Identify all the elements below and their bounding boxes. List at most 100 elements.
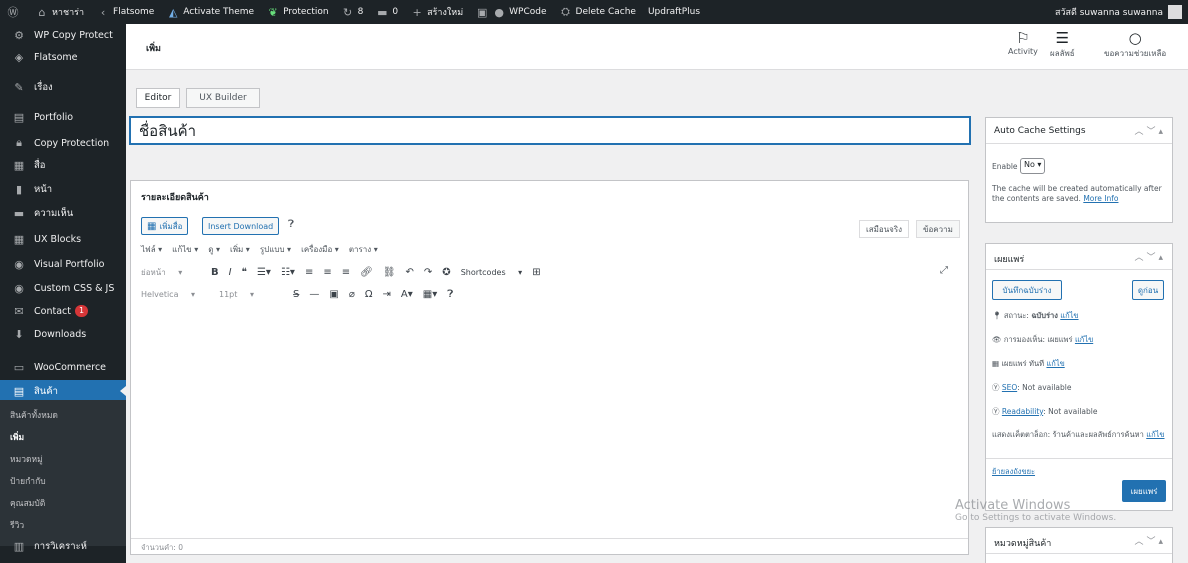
save-draft-button[interactable]: บันทึกฉบับร่าง [992, 280, 1062, 300]
shortcodes-dropdown[interactable]: Shortcodes ▾ [461, 268, 523, 277]
sidebar-item-media[interactable]: ▦ สื่อ [0, 154, 126, 176]
menu-tools[interactable]: เครื่องมือ ▾ [301, 243, 339, 256]
grid-icon[interactable]: ⊞ [532, 267, 540, 278]
user-account-link[interactable]: สวัสดี suwanna suwanna [1049, 0, 1188, 24]
comments-link[interactable]: ▬ 0 [369, 0, 404, 24]
submenu-item-all-products[interactable]: สินค้าทั้งหมด [10, 408, 58, 422]
paste-text-icon[interactable]: ▣ [329, 289, 338, 300]
publish-button[interactable]: เผยแพร่ [1122, 480, 1166, 502]
tab-text[interactable]: ข้อความ [916, 220, 960, 238]
clear-format-icon[interactable]: ⌀ [349, 289, 355, 300]
toggle-icon[interactable]: ✪ [442, 267, 450, 278]
undo-icon[interactable]: ↶ [406, 267, 414, 278]
updates-link[interactable]: ↻ 8 [335, 0, 370, 24]
delete-cache-link[interactable]: ⛭ Delete Cache [553, 0, 642, 24]
sidebar-item-visual-portfolio[interactable]: ◉ Visual Portfolio [0, 253, 126, 275]
edit-publish-time-link[interactable]: แก้ไข [1046, 359, 1064, 368]
seo-link[interactable]: SEO [1002, 383, 1017, 392]
help-icon[interactable]: ❓︎ [447, 289, 453, 300]
chevron-left-icon: ‹ [100, 5, 106, 19]
quote-icon[interactable]: ❝ [242, 267, 247, 278]
insert-download-button[interactable]: Insert Download [202, 217, 280, 235]
wpcode-link[interactable]: ▣ ● WPCode [469, 0, 552, 24]
align-left-icon[interactable]: ≡ [305, 267, 313, 278]
activate-theme-link[interactable]: ◭ Activate Theme [160, 0, 260, 24]
box-controls[interactable]: ︿﹀▴ [1134, 534, 1166, 547]
sidebar-item-ux-blocks[interactable]: ▦ UX Blocks [0, 228, 126, 250]
sidebar-item-posts[interactable]: ✎ เรื่อง [0, 76, 126, 98]
omega-icon[interactable]: Ω [365, 289, 373, 300]
redo-icon[interactable]: ↷ [424, 267, 432, 278]
protection-link[interactable]: ❦ Protection [260, 0, 335, 24]
readability-link[interactable]: Readability [1002, 407, 1043, 416]
bold-icon[interactable]: B [211, 267, 219, 278]
sidebar-item-flatsome[interactable]: ◈ Flatsome [0, 46, 126, 68]
site-name-link[interactable]: ⌂ หาชาร่า [29, 0, 90, 24]
updraftplus-link[interactable]: UpdraftPlus [642, 0, 706, 24]
table-icon[interactable]: ▦▾ [423, 289, 437, 300]
sidebar-item-comments[interactable]: ▬ ความเห็น [0, 202, 126, 224]
visibility-row: 👁︎ การมองเห็น: เผยแพร่ แก้ไข [992, 335, 1094, 344]
move-to-trash-link[interactable]: ย้ายลงถังขยะ [992, 466, 1035, 478]
sidebar-item-pages[interactable]: ▮ หน้า [0, 178, 126, 200]
sidebar-item-wp-copy-protect[interactable]: ⚙ WP Copy Protect [0, 24, 126, 46]
unlink-icon[interactable]: ⛓ [383, 267, 396, 278]
tab-ux-builder[interactable]: UX Builder [186, 88, 260, 108]
enable-select[interactable]: No ▾ [1020, 158, 1046, 174]
format-select[interactable]: ย่อหน้า ▾ [141, 266, 201, 279]
submenu-item-tags[interactable]: ป้ายกำกับ [10, 474, 46, 488]
submenu-item-categories[interactable]: หมวดหมู่ [10, 452, 43, 466]
sidebar-item-analytics[interactable]: ▥ การวิเคราะห์ [0, 535, 126, 557]
italic-icon[interactable]: I [229, 267, 232, 278]
sidebar-item-contact[interactable]: ✉ Contact 1 [0, 300, 126, 322]
add-media-button[interactable]: ▦ เพิ่มสื่อ [141, 217, 189, 235]
menu-edit[interactable]: แก้ไข ▾ [172, 243, 198, 256]
font-size-select[interactable]: 11pt ▾ [219, 290, 283, 299]
product-title-input[interactable] [130, 117, 970, 144]
menu-format[interactable]: รูปแบบ ▾ [260, 243, 291, 256]
fullscreen-icon[interactable]: ⤢ [940, 265, 948, 276]
preview-button[interactable]: ดูก่อน [1132, 280, 1164, 300]
portfolio-icon: ▤ [13, 110, 25, 124]
site-switch-link[interactable]: ‹ Flatsome [90, 0, 160, 24]
number-list-icon[interactable]: ☷▾ [281, 267, 295, 278]
plus-icon: + [412, 5, 422, 19]
sidebar-item-products[interactable]: ▤ สินค้า [0, 380, 126, 402]
box-controls[interactable]: ︿﹀▴ [1134, 124, 1166, 137]
menu-table[interactable]: ตาราง ▾ [349, 243, 378, 256]
strikethrough-icon[interactable]: S̶ [293, 289, 299, 300]
align-center-icon[interactable]: ≡ [323, 267, 331, 278]
edit-visibility-link[interactable]: แก้ไข [1075, 335, 1093, 344]
sidebar-item-copy-protection[interactable]: 🔒︎ Copy Protection [0, 132, 126, 154]
wordpress-logo[interactable]: Ⓦ [0, 0, 29, 24]
menu-insert[interactable]: เพิ่ม ▾ [230, 243, 250, 256]
link-icon[interactable]: 🔗︎ [360, 267, 373, 278]
sidebar-item-custom-css-js[interactable]: ◉ Custom CSS & JS [0, 277, 126, 299]
results-button[interactable]: ☰ ผลลัพธ์ [1050, 29, 1075, 60]
more-info-link[interactable]: More Info [1083, 194, 1118, 203]
horizontal-line-icon[interactable]: — [309, 289, 319, 300]
activity-button[interactable]: ⚐ Activity [1008, 29, 1038, 56]
indent-icon[interactable]: ⇥ [383, 289, 391, 300]
bullet-list-icon[interactable]: ☰▾ [257, 267, 271, 278]
submenu-item-add-new[interactable]: เพิ่ม [10, 430, 24, 444]
menu-view[interactable]: ดู ▾ [208, 243, 220, 256]
new-content-link[interactable]: + สร้างใหม่ [404, 0, 469, 24]
text-color-icon[interactable]: A▾ [401, 289, 413, 300]
help-button[interactable]: ○ ขอความช่วยเหลือ [1104, 29, 1166, 60]
sidebar-item-portfolio[interactable]: ▤ Portfolio [0, 106, 126, 128]
submenu-item-attributes[interactable]: คุณสมบัติ [10, 496, 45, 510]
submenu-item-reviews[interactable]: รีวิว [10, 518, 24, 532]
edit-catalog-visibility-link[interactable]: แก้ไข [1146, 430, 1164, 439]
tab-visual[interactable]: เสมือนจริง [859, 220, 910, 238]
sidebar-item-woocommerce[interactable]: ▭ WooCommerce [0, 356, 126, 378]
blocks-icon: ▦ [13, 232, 25, 246]
help-icon[interactable]: ❓︎ [288, 219, 294, 230]
font-family-select[interactable]: Helvetica ▾ [141, 290, 209, 299]
sidebar-item-downloads[interactable]: ⬇ Downloads [0, 323, 126, 345]
align-right-icon[interactable]: ≡ [342, 267, 350, 278]
box-controls[interactable]: ︿﹀▴ [1134, 250, 1166, 263]
tab-editor[interactable]: Editor [136, 88, 180, 108]
menu-file[interactable]: ไฟล์ ▾ [141, 243, 162, 256]
edit-status-link[interactable]: แก้ไข [1060, 311, 1078, 320]
